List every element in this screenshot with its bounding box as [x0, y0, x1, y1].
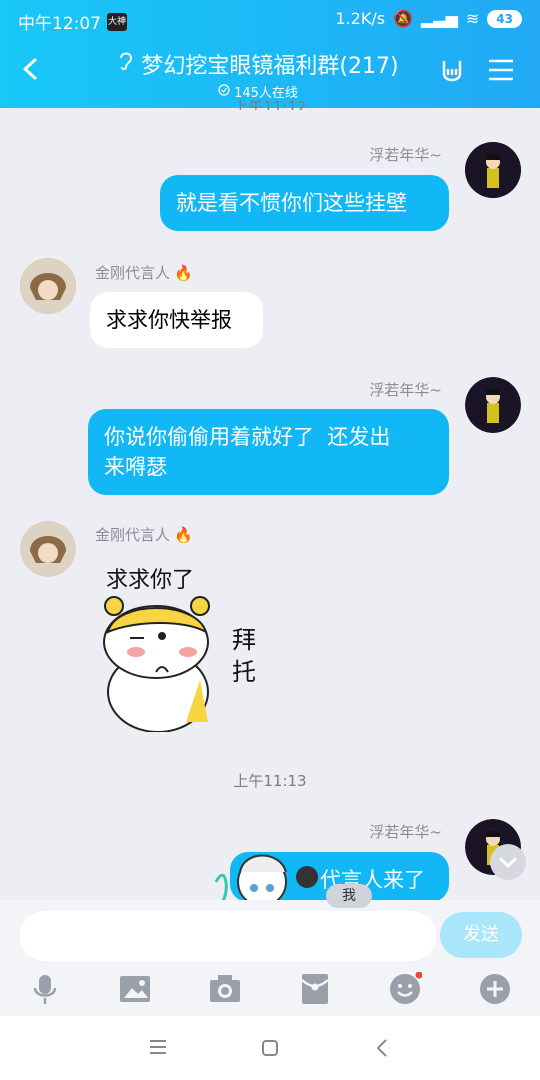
input-toolbar — [0, 964, 540, 1014]
image-icon[interactable] — [118, 972, 152, 1006]
hamster-sticker-icon — [103, 596, 210, 732]
avatar-self[interactable] — [465, 377, 521, 433]
menu-icon[interactable] — [488, 58, 514, 82]
sender-name: 金刚代言人 — [95, 526, 171, 544]
mic-icon[interactable] — [28, 972, 62, 1006]
sender-name: 金刚代言人 — [95, 264, 171, 282]
emoji-icon[interactable] — [388, 972, 422, 1006]
me-chip[interactable]: 我 — [326, 884, 372, 908]
message-line: 来嘚瑟 — [104, 455, 167, 479]
sticker-text-top: 求求你了 — [106, 568, 195, 593]
sender-name: 浮若年华~ — [369, 146, 442, 164]
gorilla-emoji-icon — [296, 866, 318, 888]
nav-back-icon[interactable] — [374, 1038, 390, 1058]
recent-apps-icon[interactable] — [148, 1038, 168, 1056]
scroll-down-button[interactable] — [490, 844, 526, 880]
message-bubble[interactable]: 你说你偷偷用着就好了 还发出 来嘚瑟 — [88, 409, 449, 495]
send-button[interactable]: 发送 — [440, 912, 522, 958]
status-bar: 中午12:07 大神 1.2K/s 🔕 ▂▃▅ ≋ 43 — [0, 0, 540, 38]
plus-icon[interactable] — [478, 972, 512, 1006]
fire-icon: 🔥 — [174, 525, 193, 544]
rock-hand-icon[interactable] — [438, 58, 466, 86]
system-nav-bar — [0, 1016, 540, 1080]
message-input[interactable] — [20, 911, 436, 961]
chat-title-block[interactable]: 梦幻挖宝眼镜福利群(217) 145人在线 — [108, 48, 408, 101]
sender-name-row: 金刚代言人 🔥 — [95, 524, 193, 545]
sender-name-row: 金刚代言人 🔥 — [95, 262, 193, 283]
sender-name: 浮若年华~ — [369, 823, 442, 841]
sticker-text-side: 托 — [232, 658, 256, 686]
camera-icon[interactable] — [208, 972, 242, 1006]
sender-name: 浮若年华~ — [369, 381, 442, 399]
avatar-other[interactable] — [20, 521, 76, 577]
group-title: 梦幻挖宝眼镜福利群(217) — [141, 54, 399, 79]
home-icon[interactable] — [260, 1038, 280, 1058]
ear-icon — [117, 50, 135, 78]
wifi-icon: ≋ — [465, 9, 480, 28]
red-packet-icon[interactable] — [298, 972, 332, 1006]
avatar-self[interactable] — [465, 142, 521, 198]
network-speed: 1.2K/s — [335, 9, 386, 28]
sticker-image[interactable]: 求求你了 拜 托 — [96, 556, 286, 736]
back-icon[interactable] — [20, 58, 42, 80]
sticker-text-side: 拜 — [232, 626, 256, 654]
message-line: 你说你偷偷用着就好了 还发出 — [104, 425, 391, 449]
signal-icon: ▂▃▅ — [420, 9, 458, 28]
app-badge-icon: 大神 — [107, 12, 127, 31]
timestamp: 上午11:13 — [233, 772, 307, 790]
battery-icon: 43 — [487, 9, 522, 28]
message-bubble[interactable]: 求求你快举报 — [90, 292, 263, 348]
mute-icon: 🔕 — [393, 9, 413, 28]
message-bubble[interactable]: 就是看不惯你们这些挂壁 — [160, 175, 449, 231]
timestamp-partial: 上午11:12 — [233, 98, 307, 110]
fire-icon: 🔥 — [174, 263, 193, 282]
status-time: 中午12:07 — [18, 14, 101, 34]
avatar-other[interactable] — [20, 258, 76, 314]
